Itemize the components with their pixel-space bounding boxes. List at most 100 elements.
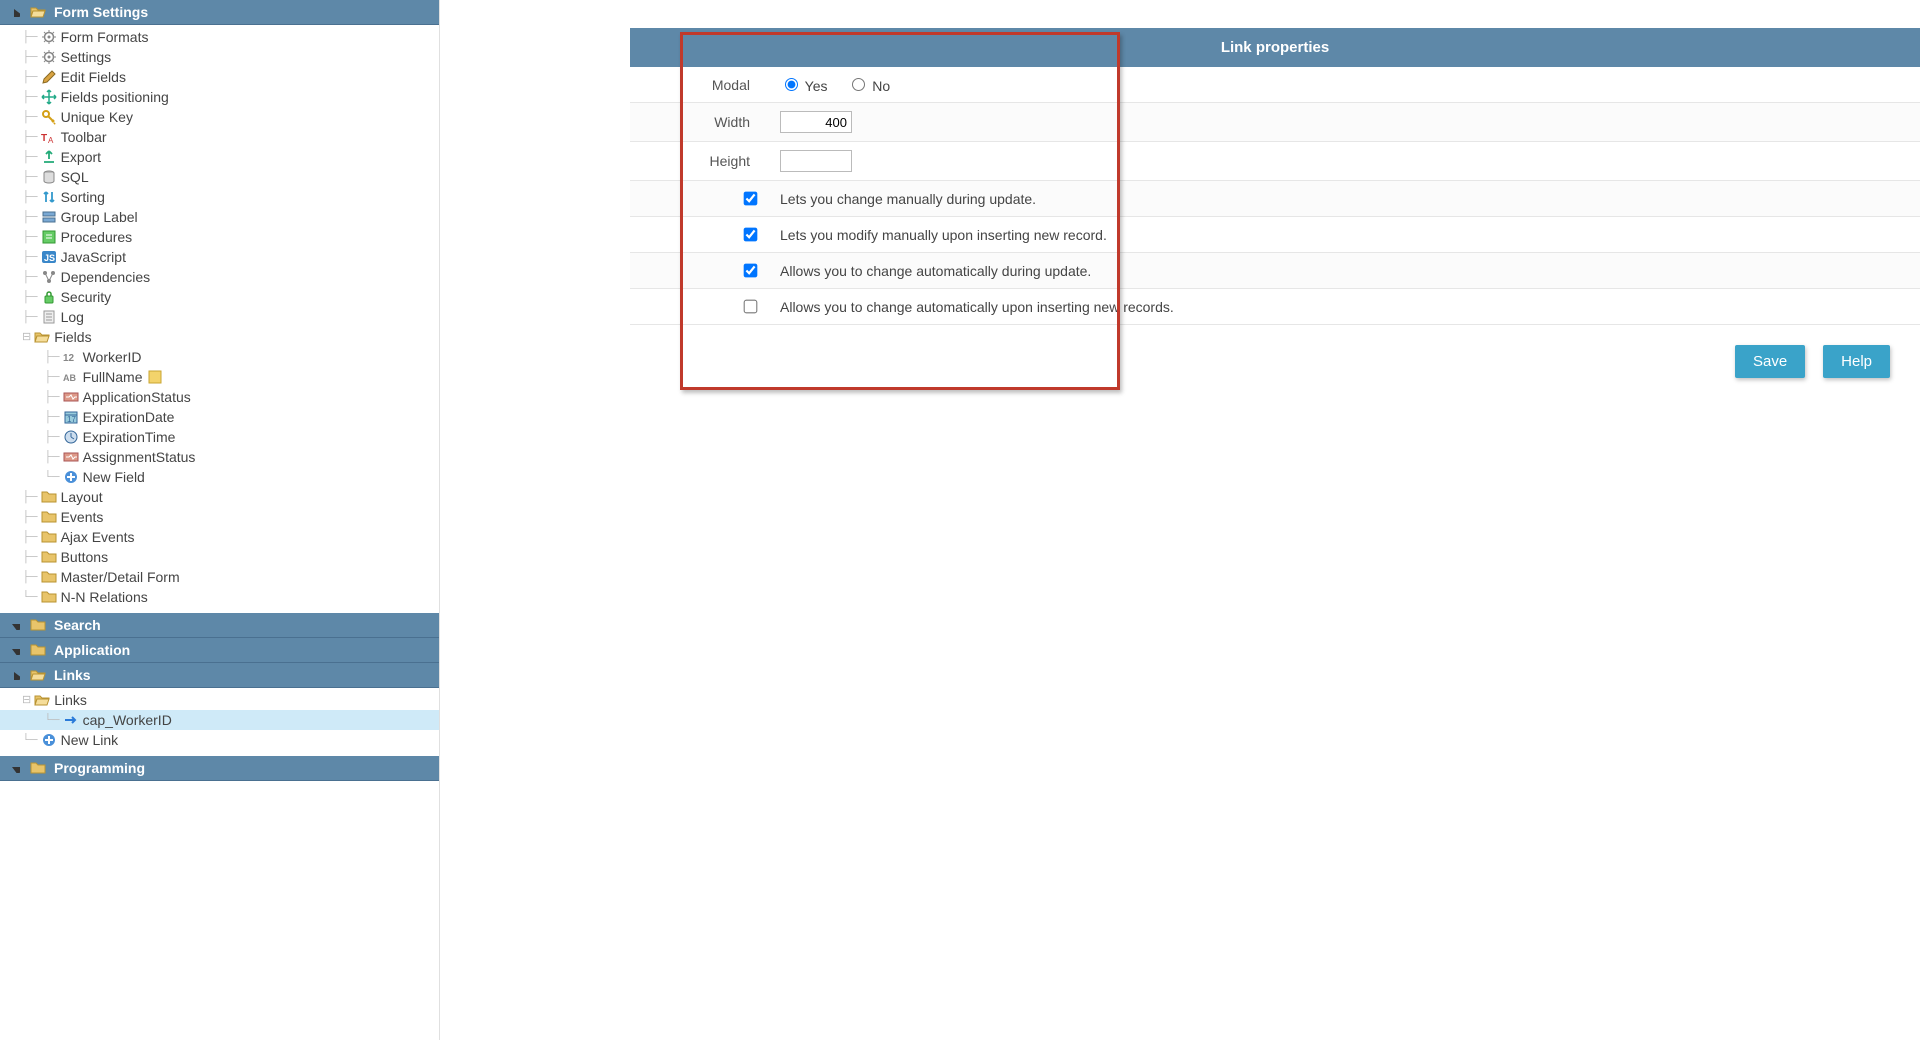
section-header-application[interactable]: Application bbox=[0, 638, 439, 663]
tree-item-procedures[interactable]: ├─ Procedures bbox=[0, 227, 439, 247]
tree-item-log[interactable]: ├─ Log bbox=[0, 307, 439, 327]
folder-icon bbox=[41, 549, 57, 565]
tree-item-cap-workerid[interactable]: └─ cap_WorkerID bbox=[0, 710, 439, 730]
radio-label: Yes bbox=[805, 78, 828, 94]
gear-icon bbox=[41, 29, 57, 45]
tree-label: Buttons bbox=[57, 547, 108, 567]
modal-no-option[interactable]: No bbox=[847, 78, 890, 94]
tree-item-edit-fields[interactable]: ├─ Edit Fields bbox=[0, 67, 439, 87]
help-button[interactable]: Help bbox=[1823, 345, 1890, 378]
tree-label: AssignmentStatus bbox=[79, 447, 196, 467]
cb-modify-manually-insert[interactable] bbox=[744, 228, 758, 242]
save-button[interactable]: Save bbox=[1735, 345, 1805, 378]
links-tree: ⊟ Links └─ cap_WorkerID └─ New Link bbox=[0, 688, 439, 756]
tree-item-ajax-events[interactable]: ├─ Ajax Events bbox=[0, 527, 439, 547]
tree-item-toolbar[interactable]: ├─ Toolbar bbox=[0, 127, 439, 147]
folder-icon bbox=[34, 329, 50, 345]
tree-item-field-applicationstatus[interactable]: ├─ ApplicationStatus bbox=[0, 387, 439, 407]
tree-item-fields[interactable]: ⊟ Fields bbox=[0, 327, 439, 347]
tree-label: ExpirationTime bbox=[79, 427, 176, 447]
tree-label: Edit Fields bbox=[57, 67, 126, 87]
section-header-form-settings[interactable]: Form Settings bbox=[0, 0, 439, 25]
tree-item-sql[interactable]: ├─ SQL bbox=[0, 167, 439, 187]
folder-icon bbox=[41, 509, 57, 525]
tree-item-master-detail-form[interactable]: ├─ Master/Detail Form bbox=[0, 567, 439, 587]
tree-item-field-expirationdate[interactable]: ├─ ExpirationDate bbox=[0, 407, 439, 427]
tree-item-fields-positioning[interactable]: ├─ Fields positioning bbox=[0, 87, 439, 107]
section-header-programming[interactable]: Programming bbox=[0, 756, 439, 781]
gear-icon bbox=[41, 49, 57, 65]
flag-icon bbox=[147, 369, 163, 385]
section-title: Links bbox=[54, 667, 91, 683]
tree-item-group-label[interactable]: ├─ Group Label bbox=[0, 207, 439, 227]
section-header-search[interactable]: Search bbox=[0, 613, 439, 638]
tree-label: Log bbox=[57, 307, 84, 327]
folder-icon bbox=[41, 529, 57, 545]
form-settings-tree: ├─ Form Formats ├─ Settings ├─ Edit Fiel… bbox=[0, 25, 439, 613]
folder-icon bbox=[41, 489, 57, 505]
tree-item-field-assignmentstatus[interactable]: ├─ AssignmentStatus bbox=[0, 447, 439, 467]
tree-item-field-workerid[interactable]: ├─ WorkerID bbox=[0, 347, 439, 367]
link-properties-table: Modal Yes No Width Height bbox=[630, 67, 1920, 325]
cb-label: Lets you modify manually upon inserting … bbox=[770, 217, 1920, 253]
tree-item-export[interactable]: ├─ Export bbox=[0, 147, 439, 167]
tree-item-new-link[interactable]: └─ New Link bbox=[0, 730, 439, 750]
tree-item-settings[interactable]: ├─ Settings bbox=[0, 47, 439, 67]
cb-change-auto-insert[interactable] bbox=[744, 300, 758, 314]
tree-item-sorting[interactable]: ├─ Sorting bbox=[0, 187, 439, 207]
height-input[interactable] bbox=[780, 150, 852, 172]
status-icon bbox=[63, 449, 79, 465]
tree-item-security[interactable]: ├─ Security bbox=[0, 287, 439, 307]
tree-item-field-fullname[interactable]: ├─ FullName bbox=[0, 367, 439, 387]
tree-label: Sorting bbox=[57, 187, 105, 207]
tree-item-field-new-field[interactable]: └─ New Field bbox=[0, 467, 439, 487]
plus-icon bbox=[41, 732, 57, 748]
main-panel: Link properties Modal Yes No Width bbox=[440, 0, 1920, 1040]
tree-item-unique-key[interactable]: ├─ Unique Key bbox=[0, 107, 439, 127]
tree-item-field-expirationtime[interactable]: ├─ ExpirationTime bbox=[0, 427, 439, 447]
sort-icon bbox=[41, 189, 57, 205]
num-icon bbox=[63, 349, 79, 365]
tree-label: Fields positioning bbox=[57, 87, 169, 107]
modal-yes-option[interactable]: Yes bbox=[780, 78, 827, 94]
move-icon bbox=[41, 89, 57, 105]
modal-no-radio[interactable] bbox=[852, 78, 865, 91]
tree-item-javascript[interactable]: ├─ JavaScript bbox=[0, 247, 439, 267]
tree-item-buttons[interactable]: ├─ Buttons bbox=[0, 547, 439, 567]
section-title: Programming bbox=[54, 760, 145, 776]
folder-icon bbox=[41, 569, 57, 585]
tree-item-links-root[interactable]: ⊟ Links bbox=[0, 690, 439, 710]
collapse-icon bbox=[8, 670, 22, 680]
modal-yes-radio[interactable] bbox=[785, 78, 798, 91]
tree-label: SQL bbox=[57, 167, 89, 187]
collapse-icon bbox=[8, 620, 22, 630]
cb-label: Lets you change manually during update. bbox=[770, 181, 1920, 217]
arrow-icon bbox=[63, 712, 79, 728]
width-input[interactable] bbox=[780, 111, 852, 133]
tree-label: JavaScript bbox=[57, 247, 126, 267]
tree-item-dependencies[interactable]: ├─ Dependencies bbox=[0, 267, 439, 287]
folder-icon bbox=[41, 589, 57, 605]
lock-icon bbox=[41, 289, 57, 305]
text-icon bbox=[63, 369, 79, 385]
tree-item-n-n-relations[interactable]: └─ N-N Relations bbox=[0, 587, 439, 607]
tree-label: Group Label bbox=[57, 207, 138, 227]
tree-label: Ajax Events bbox=[57, 527, 135, 547]
tree-label: cap_WorkerID bbox=[79, 710, 172, 730]
folder-icon bbox=[30, 642, 46, 658]
section-title: Form Settings bbox=[54, 4, 148, 20]
tree-label: Unique Key bbox=[57, 107, 133, 127]
tree-label: Dependencies bbox=[57, 267, 151, 287]
cb-label: Allows you to change automatically upon … bbox=[770, 289, 1920, 325]
tree-item-form-formats[interactable]: ├─ Form Formats bbox=[0, 27, 439, 47]
folder-icon bbox=[30, 4, 46, 20]
toolbar-icon bbox=[41, 129, 57, 145]
cb-change-auto-update[interactable] bbox=[744, 264, 758, 278]
tree-item-events[interactable]: ├─ Events bbox=[0, 507, 439, 527]
log-icon bbox=[41, 309, 57, 325]
cb-change-manually-update[interactable] bbox=[744, 192, 758, 206]
tree-item-layout[interactable]: ├─ Layout bbox=[0, 487, 439, 507]
folder-icon bbox=[30, 760, 46, 776]
section-header-links[interactable]: Links bbox=[0, 663, 439, 688]
cb-label: Allows you to change automatically durin… bbox=[770, 253, 1920, 289]
